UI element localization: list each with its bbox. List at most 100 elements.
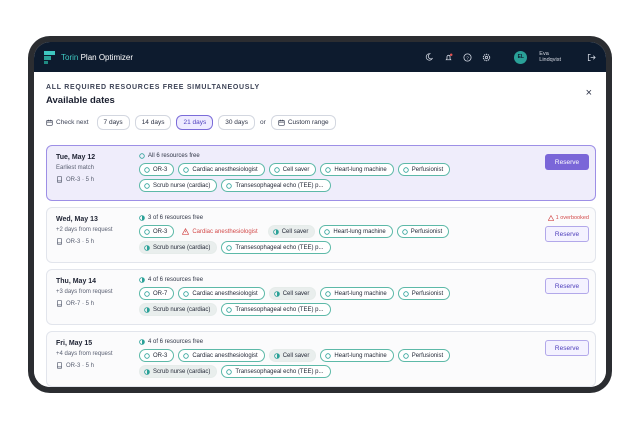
date-offset: Earliest match: [56, 165, 95, 171]
resource-chip: Scrub nurse (cardiac): [139, 179, 218, 192]
room-icon: [57, 362, 62, 369]
resource-chip: Scrub nurse (cardiac): [139, 303, 218, 316]
resource-chip: Cardiac anesthesiologist: [178, 349, 265, 362]
date-label: Tue, May 12: [56, 154, 96, 161]
room-icon: [57, 238, 62, 245]
circle-icon: [144, 166, 150, 173]
half-circle-icon: [273, 352, 280, 359]
resource-chip: Scrub nurse (cardiac): [139, 241, 218, 254]
circle-icon: [183, 352, 190, 359]
resource-chip: OR-3: [139, 225, 175, 238]
resource-chips: OR-3 Cardiac anesthesiologist Cell saver He…: [139, 225, 529, 254]
app-logo-icon: [44, 50, 55, 64]
notifications-icon[interactable]: [443, 52, 453, 62]
half-circle-icon: [144, 368, 150, 375]
range-option-7-days[interactable]: 7 days: [96, 115, 130, 130]
date-card[interactable]: Wed, May 13 +2 days from request OR-3 · …: [46, 207, 596, 263]
room-icon: [57, 300, 62, 307]
resource-chip: Cardiac anesthesiologist: [178, 225, 263, 238]
circle-icon: [226, 306, 233, 313]
circle-icon: [325, 290, 332, 297]
room-duration: OR-3 · 5 h: [56, 238, 94, 245]
resource-chip: Perfusionist: [396, 225, 450, 238]
range-filters: Check next 7 days 14 days 21 days 30 day…: [46, 115, 336, 130]
check-next-label: Check next: [46, 119, 89, 126]
circle-icon: [226, 368, 233, 375]
user-avatar[interactable]: EL: [514, 50, 528, 64]
date-card[interactable]: Tue, May 12 Earliest match OR-3 · 5 h Al…: [46, 145, 596, 201]
range-option-14-days[interactable]: 14 days: [134, 115, 172, 130]
date-label: Thu, May 14: [56, 278, 97, 285]
resource-chip: Heart-lung machine: [320, 349, 394, 362]
circle-icon: [274, 166, 280, 173]
half-circle-icon: [273, 290, 280, 297]
date-label: Wed, May 13: [56, 216, 98, 223]
app-brand: Torin Plan Optimizer: [61, 52, 134, 62]
resource-chip: Transesophageal echo (TEE) p...: [221, 241, 331, 254]
resource-chips: OR-7 Cardiac anesthesiologist Cell saver He…: [139, 287, 529, 316]
resources-free: 4 of 6 resources free: [139, 339, 203, 345]
resource-chip: Cell saver: [268, 287, 317, 300]
half-circle-icon: [144, 306, 150, 313]
circle-icon: [139, 153, 145, 159]
circle-icon: [324, 228, 331, 235]
available-dates-panel: ALL REQUIRED RESOURCES FREE SIMULTANEOUS…: [34, 72, 606, 387]
circle-icon: [144, 228, 150, 235]
reserve-button[interactable]: Reserve: [545, 154, 589, 170]
resource-chip: OR-3: [139, 163, 175, 176]
resources-free: 4 of 6 resources free: [139, 277, 203, 283]
close-icon[interactable]: ×: [586, 87, 592, 99]
resources-free: All 6 resources free: [139, 153, 200, 159]
room-icon: [57, 176, 62, 183]
reserve-button[interactable]: Reserve: [545, 226, 589, 242]
circle-icon: [144, 352, 150, 359]
resource-chip: Heart-lung machine: [319, 225, 393, 238]
calendar-icon: [46, 119, 53, 126]
circle-icon: [144, 290, 150, 297]
resource-chip: Heart-lung machine: [320, 287, 394, 300]
circle-icon: [402, 228, 408, 235]
half-circle-icon: [139, 339, 145, 345]
screen: Torin Plan Optimizer ? EL EvaLindqvist: [34, 42, 606, 387]
panel-kicker: ALL REQUIRED RESOURCES FREE SIMULTANEOUS…: [46, 84, 260, 91]
resource-chip: Cell saver: [268, 349, 317, 362]
range-option-21-days[interactable]: 21 days: [176, 115, 214, 130]
warning-icon: [182, 228, 190, 235]
tablet-frame: Torin Plan Optimizer ? EL EvaLindqvist: [28, 36, 612, 393]
circle-icon: [325, 352, 332, 359]
date-label: Fri, May 15: [56, 340, 93, 347]
circle-icon: [226, 182, 233, 189]
resource-chip: Cardiac anesthesiologist: [178, 287, 265, 300]
resource-chips: OR-3 Cardiac anesthesiologist Cell saver He…: [139, 163, 529, 192]
resource-chip: Perfusionist: [397, 349, 451, 362]
settings-icon[interactable]: [481, 52, 491, 62]
date-card[interactable]: Fri, May 15 +4 days from request OR-3 · …: [46, 331, 596, 387]
resource-chip: Cardiac anesthesiologist: [178, 163, 265, 176]
resources-free: 3 of 6 resources free: [139, 215, 203, 221]
half-circle-icon: [144, 244, 150, 251]
resource-chip: Transesophageal echo (TEE) p...: [221, 179, 331, 192]
custom-range-button[interactable]: Custom range: [270, 115, 336, 130]
reserve-button[interactable]: Reserve: [545, 278, 589, 294]
resource-chip: Heart-lung machine: [320, 163, 394, 176]
reserve-button[interactable]: Reserve: [545, 340, 589, 356]
range-option-30-days[interactable]: 30 days: [218, 115, 256, 130]
top-navbar: Torin Plan Optimizer ? EL Eva Lindqvist: [34, 42, 606, 72]
resource-chip: Cell saver: [267, 225, 316, 238]
circle-icon: [183, 166, 190, 173]
room-duration: OR-7 · 5 h: [56, 300, 94, 307]
resource-chip: Perfusionist: [397, 287, 451, 300]
svg-text:?: ?: [466, 55, 469, 61]
circle-icon: [403, 166, 409, 173]
panel-title: Available dates: [46, 95, 115, 106]
resource-chip: Cell saver: [268, 163, 317, 176]
dark-mode-icon[interactable]: [424, 52, 434, 62]
logout-icon[interactable]: [586, 52, 596, 62]
half-circle-icon: [272, 228, 279, 235]
circle-icon: [144, 182, 150, 189]
half-circle-icon: [139, 215, 145, 221]
or-label: or: [260, 119, 266, 126]
date-card[interactable]: Thu, May 14 +3 days from request OR-7 · …: [46, 269, 596, 325]
help-icon[interactable]: ?: [462, 52, 472, 62]
circle-icon: [226, 244, 233, 251]
